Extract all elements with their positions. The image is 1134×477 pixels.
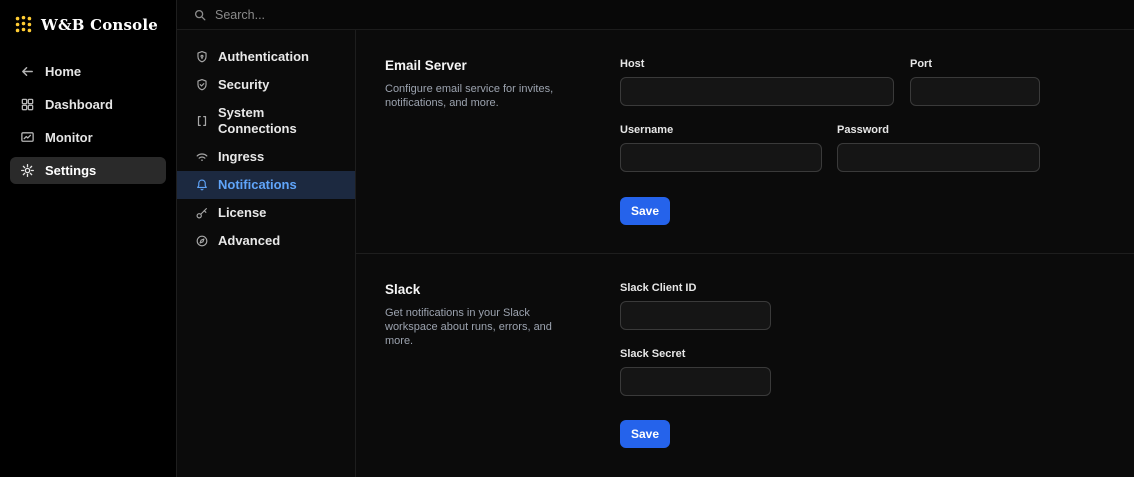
slack-secret-input[interactable] <box>620 367 771 396</box>
sidebar-item-label: Dashboard <box>45 97 113 112</box>
app-root: W&B Console Home Dashboard Monitor Setti… <box>0 0 1134 477</box>
section-description: Get notifications in your Slack workspac… <box>385 307 552 347</box>
subnav-item-license[interactable]: License <box>177 199 355 227</box>
email-server-form: Host Port Username Password Save <box>620 58 1040 225</box>
subnav-item-label: License <box>218 205 267 220</box>
subnav-item-authentication[interactable]: Authentication <box>177 43 355 71</box>
sidebar-item-monitor[interactable]: Monitor <box>10 124 166 151</box>
host-input[interactable] <box>620 77 894 106</box>
subnav-item-label: System Connections <box>218 105 297 136</box>
sidebar-item-label: Settings <box>45 163 97 178</box>
topbar: Search... <box>177 0 1134 30</box>
bell-icon <box>195 178 209 192</box>
email-server-section: Email Server Configure email service for… <box>356 30 1134 253</box>
slack-form: Slack Client ID Slack Secret Save <box>620 282 771 448</box>
subnav-item-label: Ingress <box>218 149 265 164</box>
wandb-logo-icon <box>14 15 33 34</box>
wifi-icon <box>195 150 209 164</box>
shield-check-icon <box>195 78 209 92</box>
search-input[interactable]: Search... <box>215 8 265 22</box>
section-description: Configure email service for invites, not… <box>385 83 554 109</box>
username-label: Username <box>620 124 674 136</box>
slack-client-id-input[interactable] <box>620 301 771 330</box>
app-title: W&B Console <box>41 15 159 34</box>
slack-section: Slack Get notifications in your Slack wo… <box>356 254 1134 476</box>
email-server-info: Email Server Configure email service for… <box>385 58 620 225</box>
slack-info: Slack Get notifications in your Slack wo… <box>385 282 620 448</box>
slack-client-id-label: Slack Client ID <box>620 282 697 294</box>
shield-icon <box>195 50 209 64</box>
key-icon <box>195 206 209 220</box>
password-input[interactable] <box>837 143 1040 172</box>
search-icon <box>193 8 207 22</box>
port-label: Port <box>910 58 932 70</box>
gear-icon <box>20 163 35 178</box>
password-label: Password <box>837 124 889 136</box>
username-input[interactable] <box>620 143 822 172</box>
subnav-item-security[interactable]: Security <box>177 71 355 99</box>
subnav-item-label: Advanced <box>218 233 281 248</box>
sidebar-nav: Home Dashboard Monitor Settings <box>10 58 166 184</box>
subnav-item-advanced[interactable]: Advanced <box>177 227 355 255</box>
port-input[interactable] <box>910 77 1040 106</box>
subnav-item-label: Authentication <box>218 49 309 64</box>
main-area: Search... Authentication Security System… <box>177 0 1134 477</box>
sidebar-item-home[interactable]: Home <box>10 58 166 85</box>
brand: W&B Console <box>10 13 166 36</box>
sidebar-item-label: Monitor <box>45 130 93 145</box>
email-save-button[interactable]: Save <box>620 197 670 225</box>
subnav-item-label: Security <box>218 77 270 92</box>
subnav-item-ingress[interactable]: Ingress <box>177 143 355 171</box>
slack-secret-label: Slack Secret <box>620 348 686 360</box>
subnav-item-notifications[interactable]: Notifications <box>177 171 355 199</box>
brackets-icon <box>195 114 209 128</box>
monitor-icon <box>20 130 35 145</box>
compass-icon <box>195 234 209 248</box>
settings-content: Email Server Configure email service for… <box>356 30 1134 477</box>
slack-save-button[interactable]: Save <box>620 420 670 448</box>
section-title: Slack <box>385 282 421 297</box>
arrow-left-icon <box>20 64 35 79</box>
sidebar-item-settings[interactable]: Settings <box>10 157 166 184</box>
subnav-item-system-connections[interactable]: System Connections <box>177 99 355 143</box>
main-sidebar: W&B Console Home Dashboard Monitor Setti… <box>0 0 177 477</box>
section-title: Email Server <box>385 58 467 73</box>
subnav-item-label: Notifications <box>218 177 297 192</box>
settings-subnav: Authentication Security System Connectio… <box>177 30 356 477</box>
sidebar-item-label: Home <box>45 64 82 79</box>
sidebar-item-dashboard[interactable]: Dashboard <box>10 91 166 118</box>
dashboard-grid-icon <box>20 97 35 112</box>
host-label: Host <box>620 58 645 70</box>
